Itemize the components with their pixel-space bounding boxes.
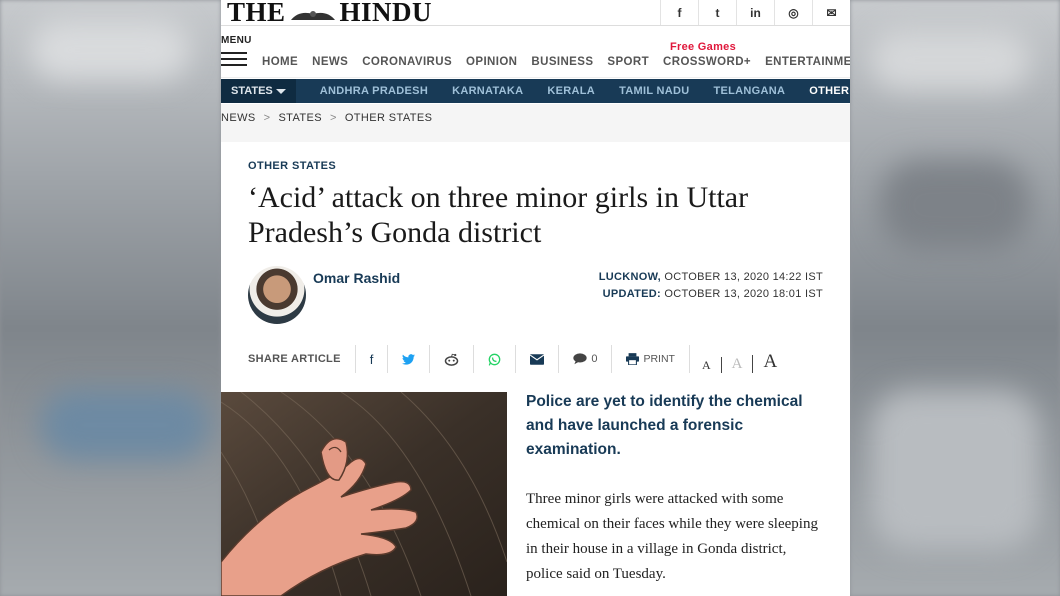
state-tamil-nadu[interactable]: TAMIL NADU bbox=[619, 85, 689, 97]
states-dropdown[interactable]: STATES bbox=[221, 79, 296, 103]
state-other-states[interactable]: OTHER STA bbox=[809, 85, 850, 97]
nav-links: HOME NEWS CORONAVIRUS OPINION BUSINESS S… bbox=[262, 56, 850, 68]
section-kicker[interactable]: OTHER STATES bbox=[248, 160, 336, 172]
font-size-small[interactable]: A bbox=[702, 358, 711, 373]
nav-news[interactable]: NEWS bbox=[312, 56, 348, 68]
comment-icon bbox=[573, 353, 587, 365]
free-games-link[interactable]: Free Games bbox=[670, 41, 736, 53]
linkedin-icon[interactable]: in bbox=[736, 0, 774, 25]
print-button[interactable]: PRINT bbox=[612, 345, 690, 373]
instagram-icon[interactable]: ◎ bbox=[774, 0, 812, 25]
nav-crossword[interactable]: CROSSWORD+ bbox=[663, 56, 751, 68]
mail-icon[interactable]: ✉ bbox=[812, 0, 850, 25]
twitter-icon[interactable]: t bbox=[698, 0, 736, 25]
menu-label[interactable]: MENU bbox=[221, 35, 252, 46]
share-label: SHARE ARTICLE bbox=[248, 345, 356, 373]
breadcrumb: NEWS > STATES > OTHER STATES bbox=[221, 112, 433, 124]
share-facebook-icon[interactable]: f bbox=[356, 345, 389, 373]
article-headline: ‘Acid’ attack on three minor girls in Ut… bbox=[248, 181, 749, 249]
print-icon bbox=[626, 353, 640, 365]
social-links: f t in ◎ ✉ bbox=[660, 0, 850, 25]
share-reddit-icon[interactable] bbox=[430, 345, 475, 373]
nav-entertainment[interactable]: ENTERTAINMENT bbox=[765, 56, 850, 68]
font-size-controls: A A A bbox=[690, 345, 777, 373]
breadcrumb-states[interactable]: STATES bbox=[278, 112, 322, 124]
comments-button[interactable]: 0 bbox=[559, 345, 613, 373]
article-dates: LUCKNOW, OCTOBER 13, 2020 14:22 IST UPDA… bbox=[599, 269, 823, 303]
state-telangana[interactable]: TELANGANA bbox=[713, 85, 785, 97]
share-whatsapp-icon[interactable] bbox=[474, 345, 517, 373]
author-avatar[interactable] bbox=[248, 266, 306, 324]
nav-opinion[interactable]: OPINION bbox=[466, 56, 517, 68]
main-nav: MENU Free Games HOME NEWS CORONAVIRUS OP… bbox=[221, 26, 850, 78]
font-size-large[interactable]: A bbox=[763, 351, 777, 373]
nav-coronavirus[interactable]: CORONAVIRUS bbox=[362, 56, 452, 68]
article-illustration[interactable] bbox=[221, 392, 507, 596]
masthead: THE HINDU f t in ◎ ✉ bbox=[221, 0, 850, 28]
share-twitter-icon[interactable] bbox=[388, 345, 431, 373]
share-email-icon[interactable] bbox=[516, 345, 560, 373]
font-size-medium[interactable]: A bbox=[732, 356, 743, 373]
nav-home[interactable]: HOME bbox=[262, 56, 298, 68]
published-date: OCTOBER 13, 2020 14:22 IST bbox=[664, 271, 823, 283]
states-bar: STATES ANDHRA PRADESH KARNATAKA KERALA T… bbox=[221, 79, 850, 103]
nav-sport[interactable]: SPORT bbox=[607, 56, 649, 68]
breadcrumb-other-states[interactable]: OTHER STATES bbox=[345, 112, 433, 124]
facebook-icon[interactable]: f bbox=[660, 0, 698, 25]
updated-label: UPDATED: bbox=[602, 288, 662, 300]
breadcrumb-news[interactable]: NEWS bbox=[221, 112, 256, 124]
state-kerala[interactable]: KERALA bbox=[547, 85, 595, 97]
the-hindu-logo[interactable]: THE HINDU bbox=[227, 0, 432, 28]
state-karnataka[interactable]: KARNATAKA bbox=[452, 85, 523, 97]
share-bar: SHARE ARTICLE f 0 PRINT A A A bbox=[248, 344, 777, 374]
hamburger-icon[interactable] bbox=[221, 52, 247, 66]
caret-down-icon bbox=[275, 88, 286, 94]
crest-icon bbox=[290, 10, 335, 20]
article-body: Three minor girls were attacked with som… bbox=[526, 491, 818, 582]
comment-count: 0 bbox=[591, 353, 598, 365]
dateline-location: LUCKNOW, bbox=[598, 271, 662, 283]
article-page: THE HINDU f t in ◎ ✉ MENU Free Games HOME… bbox=[221, 0, 850, 596]
article-lede: Police are yet to identify the chemical … bbox=[526, 393, 803, 458]
state-andhra-pradesh[interactable]: ANDHRA PRADESH bbox=[320, 85, 428, 97]
updated-date: OCTOBER 13, 2020 18:01 IST bbox=[664, 288, 823, 300]
author-name[interactable]: Omar Rashid bbox=[313, 270, 400, 286]
nav-business[interactable]: BUSINESS bbox=[531, 56, 593, 68]
